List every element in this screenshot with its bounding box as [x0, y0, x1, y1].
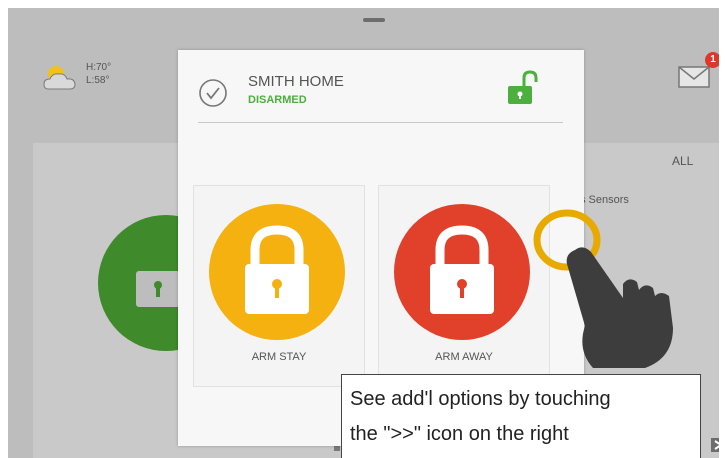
sensors-label: s Sensors — [580, 194, 629, 206]
arm-away-button[interactable]: ARM AWAY — [378, 185, 550, 387]
unlock-icon — [508, 70, 538, 104]
callout-line-2: the ">>" icon on the right — [350, 423, 569, 445]
home-status: DISARMED — [248, 94, 307, 106]
filter-all[interactable]: ALL — [672, 154, 693, 168]
screen-frame: H:70° L:58° 1 ALL s Sensors SMITH HOME D… — [8, 8, 719, 458]
check-circle-icon — [199, 79, 227, 107]
tooltip-callout: See add'l options by touching the ">>" i… — [341, 374, 701, 458]
callout-line-1: See add'l options by touching — [350, 388, 611, 410]
pointing-hand-icon — [566, 247, 673, 368]
arm-stay-circle — [209, 204, 345, 340]
arm-stay-label: ARM STAY — [251, 351, 307, 363]
pull-down-handle[interactable] — [363, 18, 385, 22]
modal-divider — [198, 122, 563, 123]
weather-temps: H:70° L:58° — [86, 61, 146, 87]
weather-low: L:58° — [86, 75, 110, 86]
lock-icon — [209, 204, 345, 340]
arm-away-label: ARM AWAY — [435, 351, 493, 363]
arm-stay-button[interactable]: ARM STAY — [193, 185, 365, 387]
home-name: SMITH HOME — [248, 73, 344, 90]
arm-away-circle — [394, 204, 530, 340]
partly-cloudy-icon — [43, 66, 76, 90]
weather-high: H:70° — [86, 62, 112, 73]
lock-icon — [394, 204, 530, 340]
mail-icon[interactable] — [678, 63, 712, 89]
chevron-right-icon[interactable] — [711, 438, 719, 452]
mail-badge: 1 — [705, 52, 719, 68]
